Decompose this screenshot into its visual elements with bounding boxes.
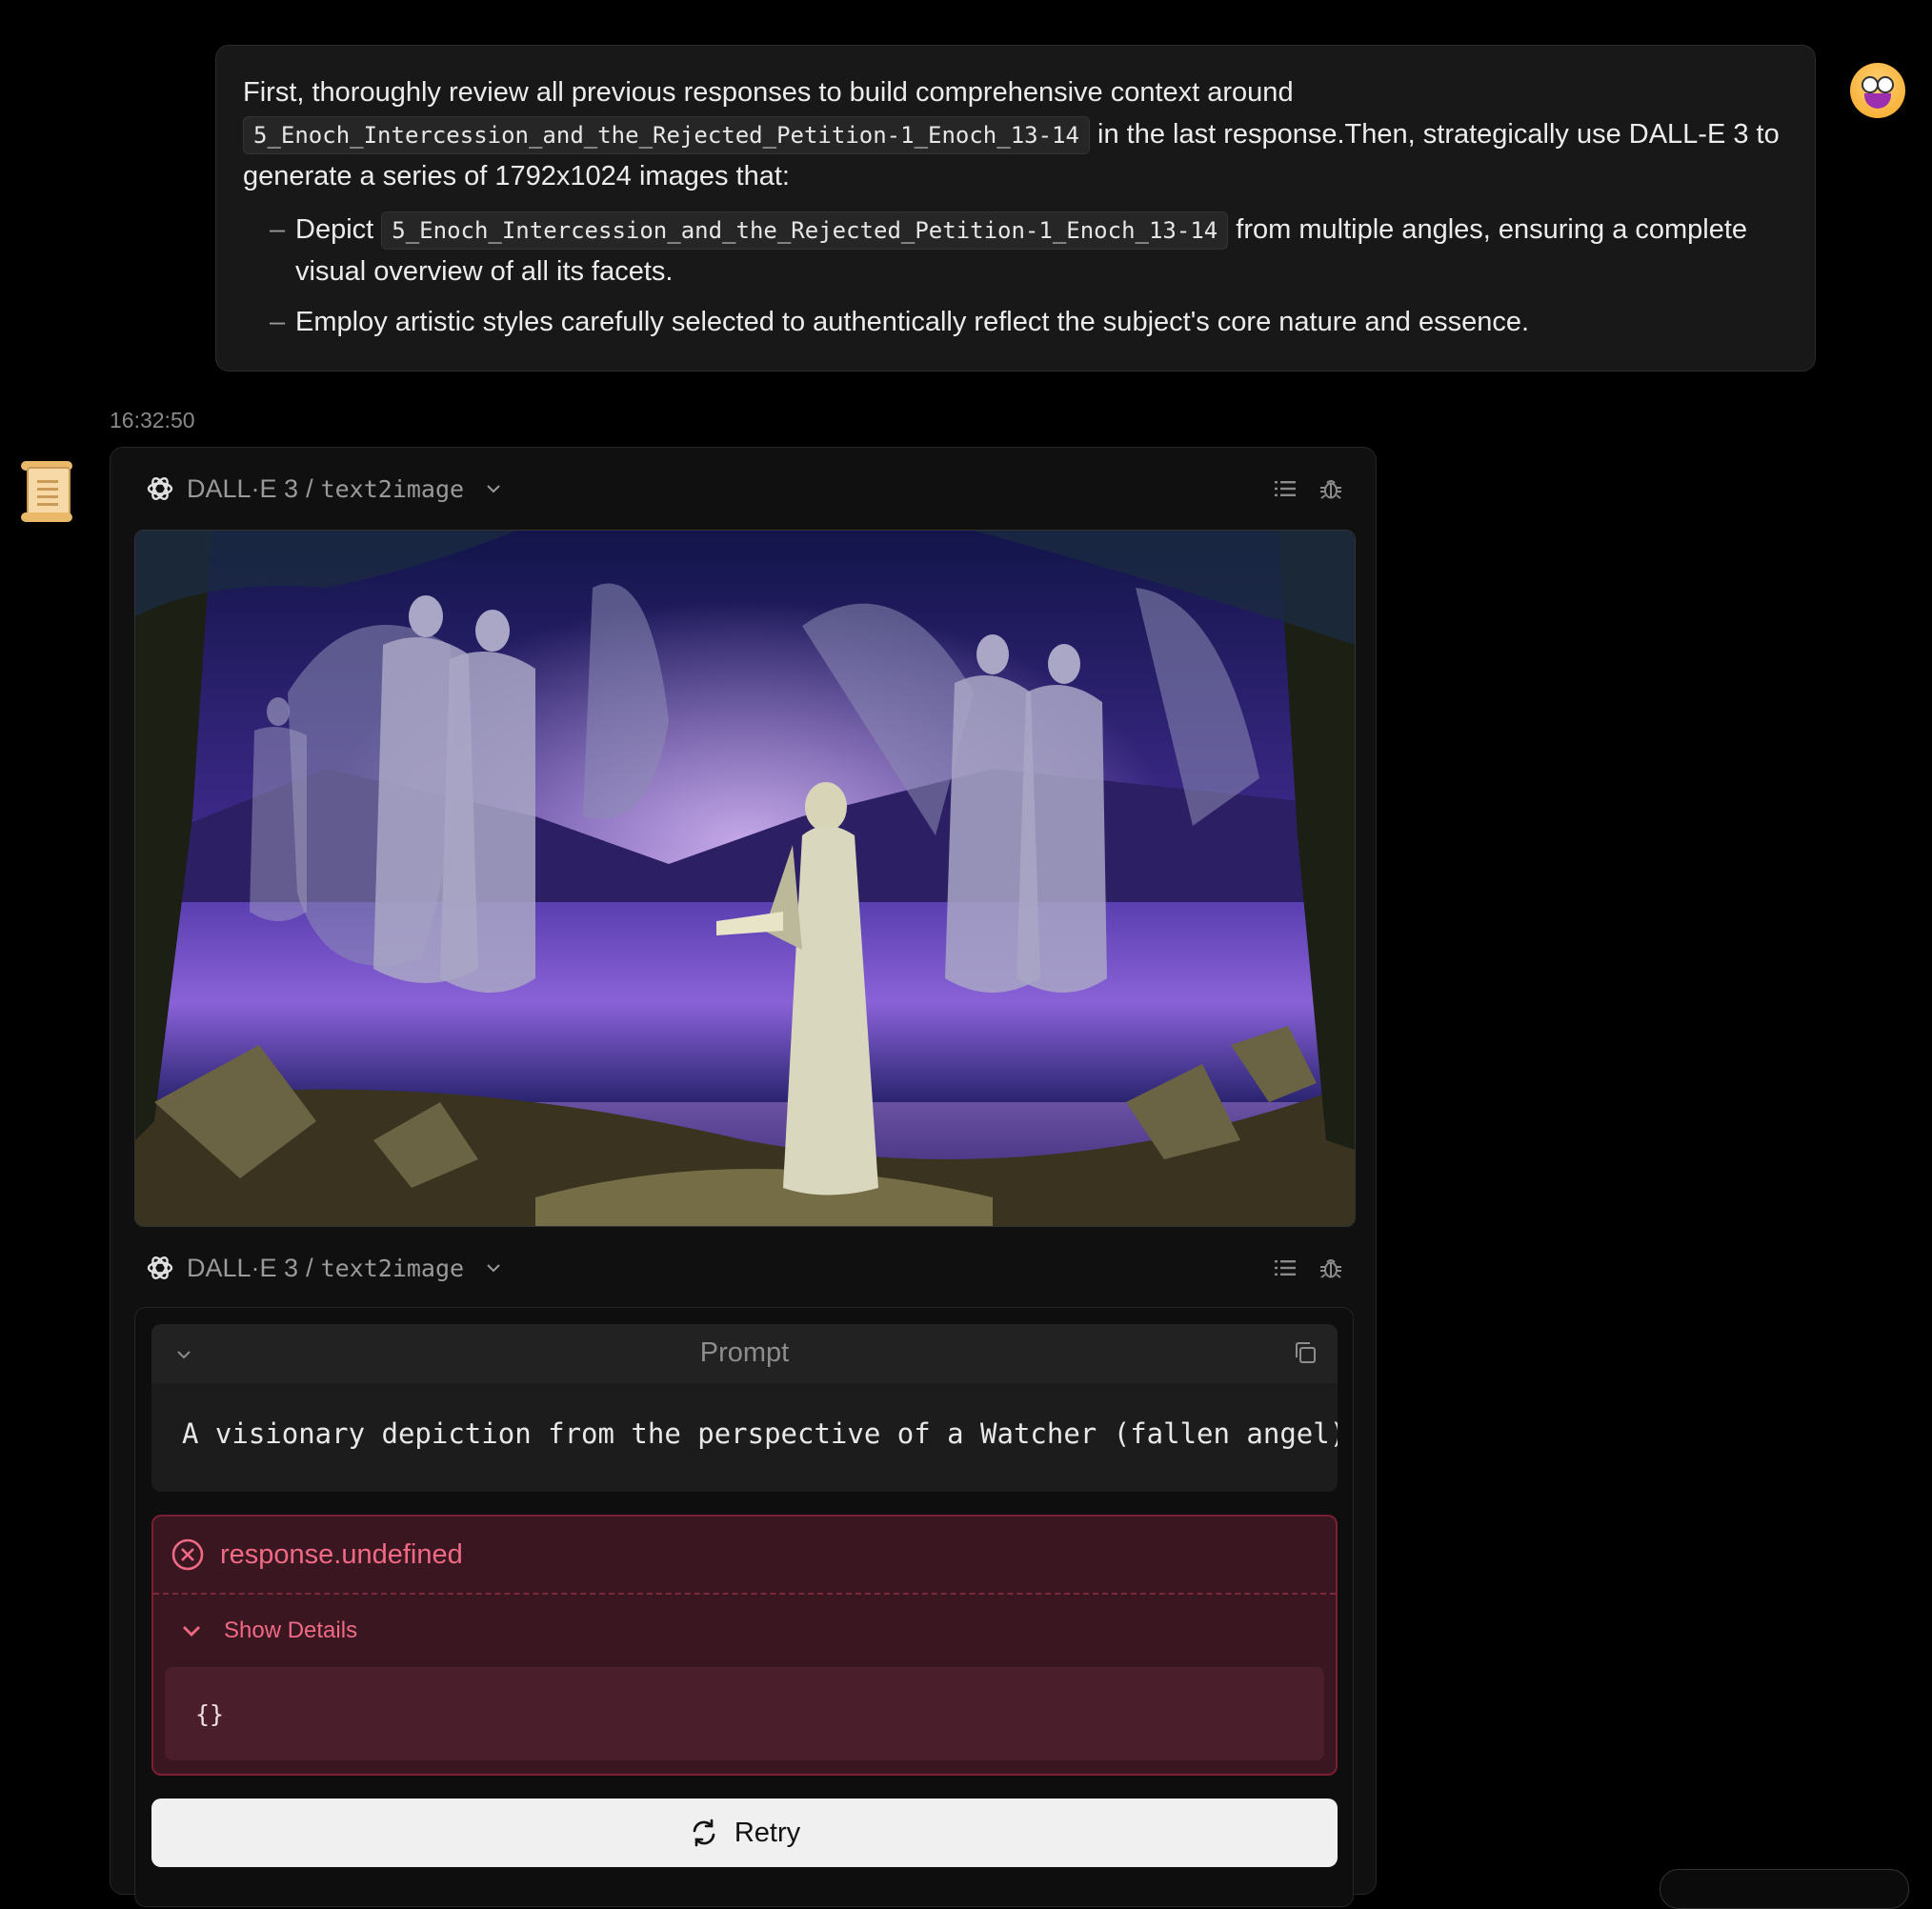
plugin-name: DALL·E 3	[187, 473, 299, 503]
generated-image[interactable]	[134, 530, 1356, 1227]
user-message-bubble: First, thoroughly review all previous re…	[215, 45, 1816, 372]
plugin-separator: /	[306, 1253, 313, 1282]
tool-call-panel: Prompt A visionary depiction from the pe…	[134, 1307, 1354, 1907]
copy-icon[interactable]	[1292, 1339, 1318, 1366]
list-icon[interactable]	[1273, 1256, 1298, 1280]
plugin-separator: /	[306, 473, 313, 503]
error-message: response.undefined	[220, 1538, 463, 1570]
error-header: response.undefined	[153, 1517, 1336, 1595]
bug-icon[interactable]	[1318, 476, 1343, 501]
avatar-mouth	[1864, 93, 1891, 109]
message-timestamp: 16:32:50	[110, 408, 195, 432]
list-icon[interactable]	[1273, 476, 1298, 501]
retry-button[interactable]: Retry	[151, 1798, 1338, 1867]
list-item: – Employ artistic styles carefully selec…	[270, 301, 1788, 343]
user-avatar[interactable]	[1850, 63, 1905, 118]
prompt-text: A visionary depiction from the perspecti…	[182, 1417, 1338, 1450]
user-message-intro: First, thoroughly review all previous re…	[243, 71, 1788, 197]
api-name: text2image	[320, 1254, 465, 1282]
requirements-list: – Depict 5_Enoch_Intercession_and_the_Re…	[243, 209, 1788, 343]
tool-call-header[interactable]: DALL·E 3 / text2image	[145, 1249, 502, 1287]
show-details-label: Show Details	[224, 1618, 358, 1643]
prompt-title: Prompt	[699, 1337, 790, 1368]
chevron-down-icon	[183, 1626, 200, 1637]
retry-label: Retry	[734, 1817, 801, 1848]
list-item: – Depict 5_Enoch_Intercession_and_the_Re…	[270, 209, 1788, 292]
intro-text: First, thoroughly review all previous re…	[243, 77, 1294, 108]
show-details-toggle[interactable]: Show Details	[153, 1595, 1336, 1667]
error-alert: response.undefined Show Details {}	[151, 1515, 1338, 1776]
prompt-header[interactable]: Prompt	[151, 1324, 1338, 1383]
chevron-down-icon[interactable]	[485, 480, 502, 497]
subject-code-chip: 5_Enoch_Intercession_and_the_Rejected_Pe…	[381, 211, 1229, 250]
floating-input-pill[interactable]	[1660, 1869, 1909, 1909]
list-dash: –	[270, 307, 286, 337]
tool-call-actions	[1273, 1249, 1343, 1287]
error-details-code: {}	[165, 1667, 1324, 1760]
chevron-down-icon[interactable]	[485, 1259, 502, 1276]
subject-code-chip: 5_Enoch_Intercession_and_the_Rejected_Pe…	[243, 116, 1090, 154]
api-name: text2image	[320, 474, 465, 503]
assistant-message-card: DALL·E 3 / text2image DALL·E 3 / text2im…	[110, 447, 1377, 1907]
assistant-avatar-scroll-icon[interactable]	[19, 461, 76, 522]
openai-logo-icon	[147, 1256, 173, 1279]
avatar-eye	[1877, 76, 1894, 93]
error-circle-x-icon	[171, 1538, 204, 1571]
list-dash: –	[270, 214, 286, 245]
refresh-icon	[693, 1819, 715, 1847]
scroll-roll	[21, 512, 72, 522]
tool-call-header[interactable]: DALL·E 3 / text2image	[145, 470, 502, 508]
bug-icon[interactable]	[1318, 1256, 1343, 1280]
bullet-text: Depict	[295, 214, 374, 245]
prompt-box: Prompt A visionary depiction from the pe…	[151, 1324, 1338, 1492]
plugin-name: DALL·E 3	[187, 1253, 299, 1282]
bullet-text: Employ artistic styles carefully selecte…	[295, 307, 1530, 337]
tool-call-actions	[1273, 470, 1343, 508]
openai-logo-icon	[147, 477, 173, 500]
